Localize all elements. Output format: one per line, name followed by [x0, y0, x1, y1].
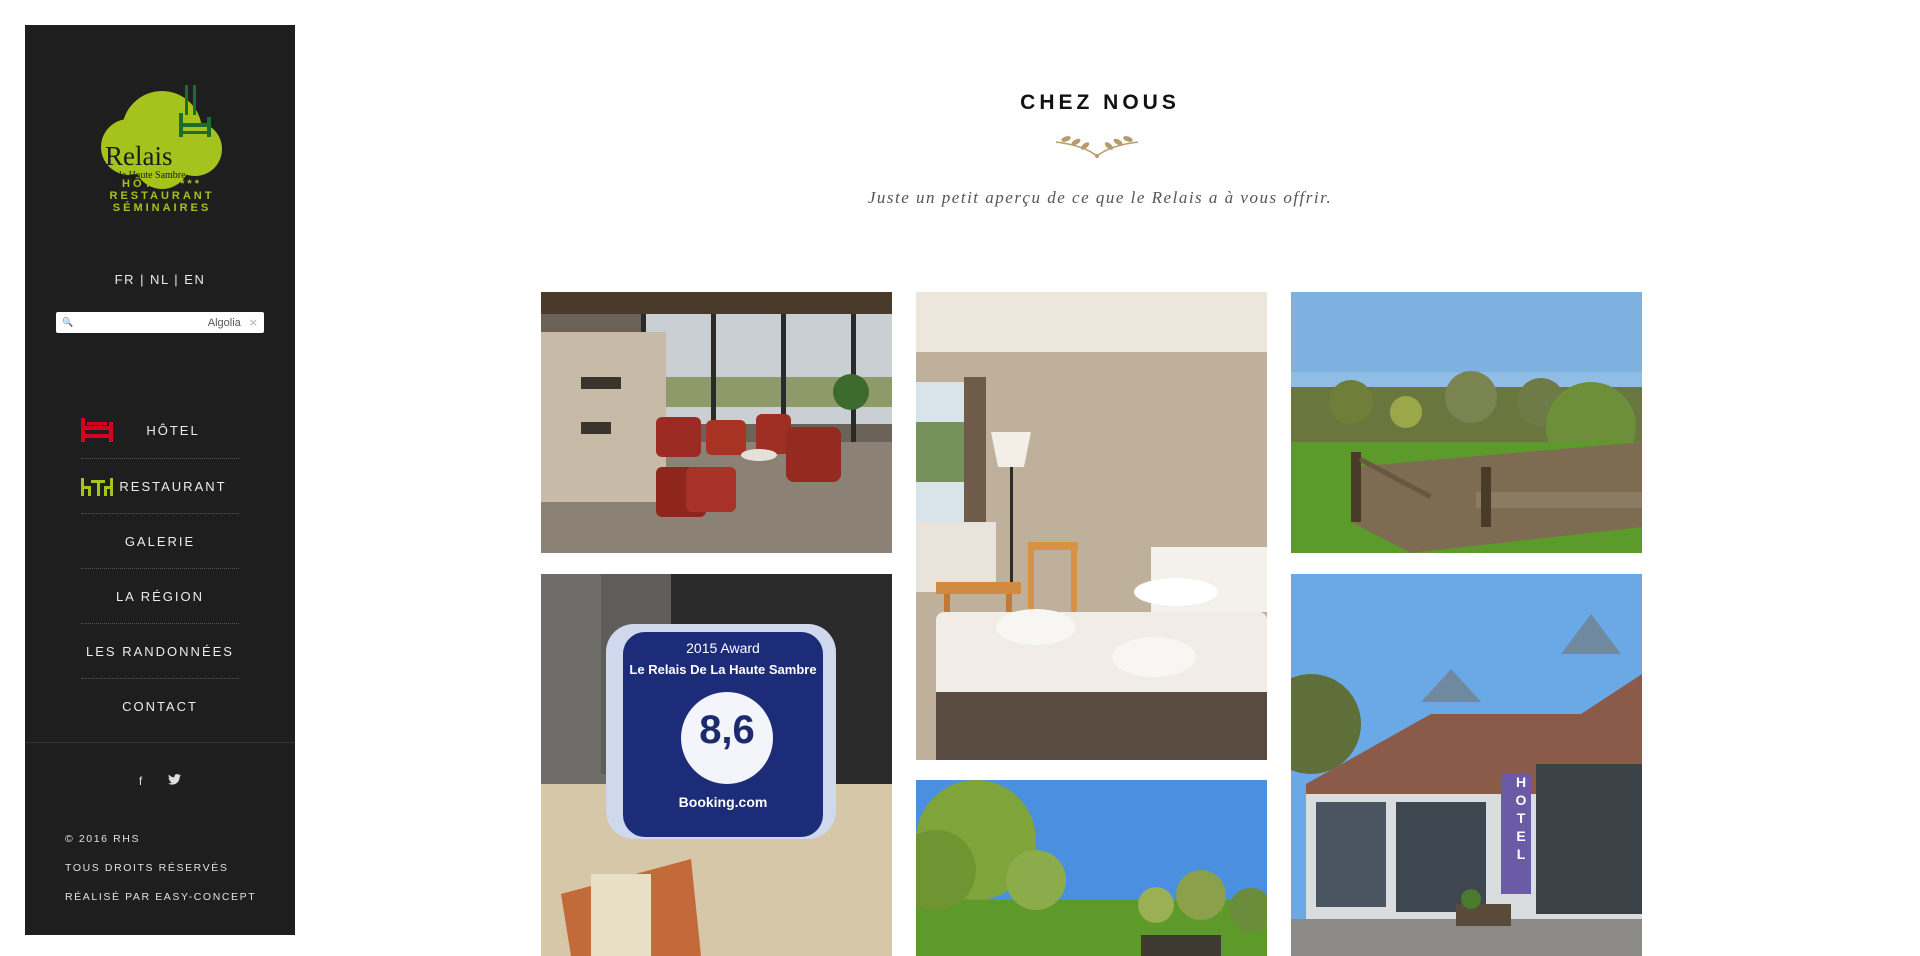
- algolia-logo: Algolia: [207, 316, 241, 329]
- menu-item-contact[interactable]: CONTACT: [81, 679, 239, 734]
- language-switcher[interactable]: FR | NL | EN: [25, 272, 295, 287]
- copyright-text: © 2016 RHS: [65, 833, 141, 845]
- twitter-icon[interactable]: [168, 774, 182, 788]
- menu-item-hotel[interactable]: HÔTEL: [81, 403, 239, 459]
- booking-logo: Booking.com: [678, 794, 768, 810]
- award-heading: 2015 Award: [686, 640, 760, 656]
- facebook-icon[interactable]: f: [139, 774, 142, 788]
- gallery-photo-lounge[interactable]: [541, 292, 892, 553]
- search-box[interactable]: 🔍 Algolia ×: [56, 312, 264, 333]
- award-score: 8,6: [699, 708, 755, 752]
- gallery-photo-award[interactable]: 2015 Award Le Relais De La Haute Sambre …: [541, 574, 892, 956]
- bed-icon: [81, 418, 113, 442]
- menu-item-les-randonnees[interactable]: LES RANDONNÉES: [81, 624, 239, 679]
- menu-item-restaurant[interactable]: RESTAURANT: [81, 459, 239, 514]
- logo-tagline: HÔTEL *** RESTAURANT SÉMINAIRES: [109, 178, 215, 214]
- menu-item-galerie[interactable]: GALERIE: [81, 514, 239, 569]
- credit-link[interactable]: RÉALISÉ PAR EASY-CONCEPT: [65, 883, 256, 912]
- sidebar: Relais de la Haute Sambre HÔTEL *** REST…: [25, 25, 295, 935]
- clear-search-icon[interactable]: ×: [249, 316, 258, 329]
- page-subtitle: Juste un petit aperçu de ce que le Relai…: [867, 188, 1333, 207]
- page-title: CHEZ NOUS: [1020, 91, 1180, 114]
- main-menu: HÔTEL RESTAURANT GALERIE LA RÉGION LES R…: [81, 403, 239, 734]
- sidebar-divider: [25, 742, 295, 743]
- social-links: f: [25, 774, 295, 788]
- menu-item-la-region[interactable]: LA RÉGION: [81, 569, 239, 624]
- rights-text: TOUS DROITS RÉSERVÉS: [65, 862, 229, 874]
- gallery-photo-bedroom[interactable]: [916, 292, 1267, 760]
- gallery-photo-pond[interactable]: [1291, 292, 1642, 553]
- table-chairs-icon: [81, 478, 113, 496]
- laurel-ornament-icon: [1055, 136, 1139, 158]
- svg-text:Relais: Relais: [105, 141, 173, 171]
- award-hotel-name: Le Relais De La Haute Sambre: [629, 662, 817, 677]
- gallery-photo-park[interactable]: [916, 780, 1267, 956]
- sidebar-footer: © 2016 RHS TOUS DROITS RÉSERVÉS RÉALISÉ …: [65, 825, 256, 912]
- gallery-photo-hotel-building[interactable]: HOTEL: [1291, 574, 1642, 956]
- hotel-sign: HOTEL: [1513, 774, 1529, 864]
- search-icon: 🔍: [62, 317, 74, 328]
